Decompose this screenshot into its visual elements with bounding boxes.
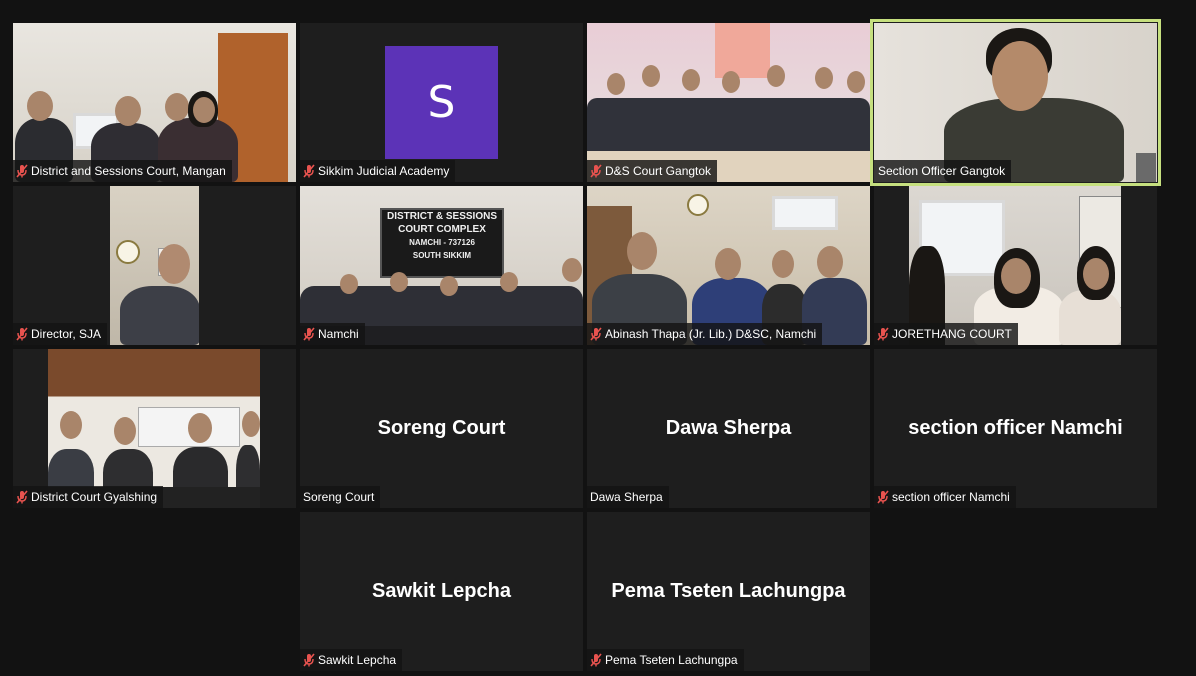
mic-off-icon <box>877 327 889 341</box>
avatar: S <box>385 46 498 159</box>
mic-off-icon <box>590 653 602 667</box>
mic-off-icon <box>16 327 28 341</box>
participant-name-tag: D&S Court Gangtok <box>587 160 718 182</box>
participant-tile-namchi[interactable]: DISTRICT & SESSIONS COURT COMPLEX NAMCHI… <box>300 186 583 345</box>
participant-video <box>587 23 870 182</box>
mic-off-icon <box>303 327 315 341</box>
participant-tile-abinash-thapa[interactable]: Abinash Thapa (Jr. Lib.) D&SC, Namchi <box>587 186 870 345</box>
participant-name-tag: District and Sessions Court, Mangan <box>13 160 232 182</box>
participant-name-tag: section officer Namchi <box>874 486 1016 508</box>
participant-name: Sawkit Lepcha <box>318 653 397 667</box>
participant-name: Pema Tseten Lachungpa <box>605 653 738 667</box>
participant-name: District Court Gyalshing <box>31 490 158 504</box>
mic-off-icon <box>590 164 602 178</box>
participant-display-name: Dawa Sherpa <box>665 417 792 439</box>
participant-tile-mangan[interactable]: District and Sessions Court, Mangan <box>13 23 296 182</box>
participant-tile-section-officer-gangtok[interactable]: Section Officer Gangtok <box>870 19 1161 186</box>
participant-name: Director, SJA <box>31 327 102 341</box>
participant-name: Section Officer Gangtok <box>878 164 1006 178</box>
mic-off-icon <box>877 490 889 504</box>
participant-tile-sawkit-lepcha[interactable]: Sawkit Lepcha Sawkit Lepcha <box>300 512 583 671</box>
participant-name-tag: Pema Tseten Lachungpa <box>587 649 744 671</box>
participant-name-tag: Soreng Court <box>300 486 381 508</box>
participant-video <box>110 186 199 345</box>
mic-off-icon <box>303 164 315 178</box>
participant-name: JORETHANG COURT <box>892 327 1012 341</box>
participant-name: Namchi <box>318 327 359 341</box>
participant-tile-pema-tseten-lachungpa[interactable]: Pema Tseten Lachungpa Pema Tseten Lachun… <box>587 512 870 671</box>
participant-name-tag: Director, SJA <box>13 323 108 345</box>
participant-display-name: Sawkit Lepcha <box>372 580 511 602</box>
participant-name: Sikkim Judicial Academy <box>318 164 450 178</box>
mic-off-icon <box>303 653 315 667</box>
participant-video: DISTRICT & SESSIONS COURT COMPLEX NAMCHI… <box>300 186 583 345</box>
participant-video <box>13 23 296 182</box>
participant-name-tag: Namchi <box>300 323 365 345</box>
participant-name: Soreng Court <box>303 490 375 504</box>
participant-name-tag: JORETHANG COURT <box>874 323 1018 345</box>
mic-off-icon <box>590 327 602 341</box>
participant-tile-dawa-sherpa[interactable]: Dawa Sherpa Dawa Sherpa <box>587 349 870 508</box>
participant-name: D&S Court Gangtok <box>605 164 712 178</box>
mic-off-icon <box>16 490 28 504</box>
participant-display-name: Pema Tseten Lachungpa <box>611 580 846 602</box>
participant-tile-gangtok-court[interactable]: D&S Court Gangtok <box>587 23 870 182</box>
participant-tile-director-sja[interactable]: Director, SJA <box>13 186 296 345</box>
participant-video <box>587 186 870 345</box>
participant-tile-section-officer-namchi[interactable]: section officer Namchi section officer N… <box>874 349 1157 508</box>
participant-name-tag: District Court Gyalshing <box>13 486 164 508</box>
participant-name-tag: Abinash Thapa (Jr. Lib.) D&SC, Namchi <box>587 323 823 345</box>
participant-display-name: Soreng Court <box>377 417 506 439</box>
participant-name: section officer Namchi <box>892 490 1010 504</box>
court-banner: DISTRICT & SESSIONS COURT COMPLEX NAMCHI… <box>380 208 504 278</box>
participant-name-tag: Sawkit Lepcha <box>300 649 403 671</box>
participant-tile-jorethang-court[interactable]: JORETHANG COURT <box>874 186 1157 345</box>
participant-name: Abinash Thapa (Jr. Lib.) D&SC, Namchi <box>605 327 817 341</box>
participant-tile-gyalshing[interactable]: District Court Gyalshing <box>13 349 296 508</box>
video-gallery: District and Sessions Court, Mangan S Si… <box>0 0 1196 676</box>
participant-tile-soreng-court[interactable]: Soreng Court Soreng Court <box>300 349 583 508</box>
mic-off-icon <box>16 164 28 178</box>
participant-name: District and Sessions Court, Mangan <box>31 164 226 178</box>
participant-name-tag: Sikkim Judicial Academy <box>300 160 456 182</box>
participant-name-tag: Section Officer Gangtok <box>874 160 1012 182</box>
participant-video <box>909 186 1121 345</box>
participant-name-tag: Dawa Sherpa <box>587 486 669 508</box>
participant-name: Dawa Sherpa <box>590 490 663 504</box>
participant-video <box>48 349 260 508</box>
participant-tile-sja[interactable]: S Sikkim Judicial Academy <box>300 23 583 182</box>
participant-display-name: section officer Namchi <box>908 417 1123 439</box>
participant-video <box>874 23 1157 182</box>
